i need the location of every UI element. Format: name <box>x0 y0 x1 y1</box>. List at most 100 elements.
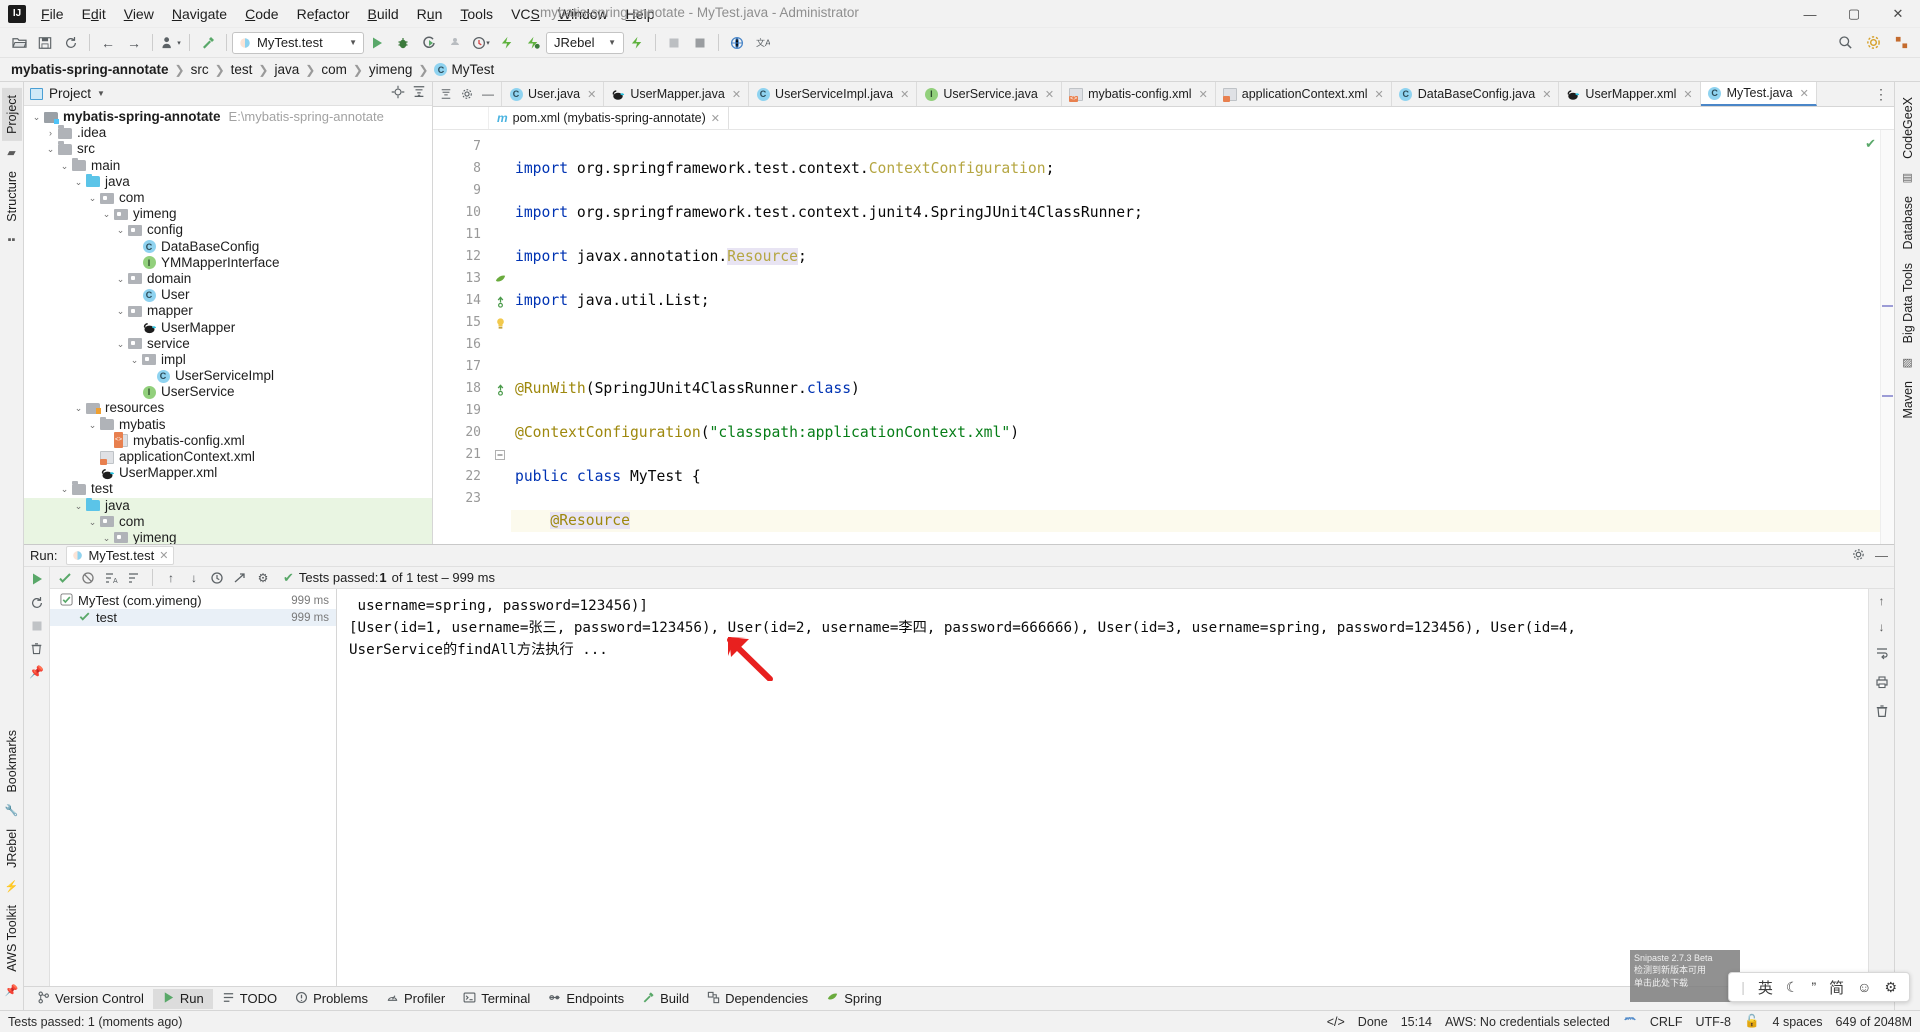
rerun-failed-icon[interactable] <box>30 596 44 613</box>
chevron-down-icon[interactable]: ⌄ <box>128 352 141 368</box>
chevron-down-icon[interactable]: ⌄ <box>58 158 71 174</box>
menu-code[interactable]: Code <box>236 2 287 26</box>
code-editor[interactable]: 7 8 9 10 11 12 13 14 15 16 17 18 19 20 21 22 23 import o… <box>433 130 1894 544</box>
close-icon[interactable]: ✕ <box>587 88 596 101</box>
open-folder-icon[interactable] <box>6 31 32 55</box>
stop-icon[interactable] <box>31 620 43 635</box>
tree-node-userserviceimpl[interactable]: C UserServiceImpl <box>24 368 432 384</box>
hide-icon[interactable]: — <box>478 84 498 104</box>
more-tabs-icon[interactable]: ⋮ <box>1868 82 1894 106</box>
sidebar-tab-codegeex[interactable]: CodeGeeX <box>1898 90 1918 166</box>
pin-icon[interactable]: 📌 <box>29 665 44 679</box>
window-controls[interactable]: — ▢ ✕ <box>1788 0 1920 28</box>
menu-tools[interactable]: Tools <box>451 2 502 26</box>
tree-node-java[interactable]: ⌄ java <box>24 497 432 514</box>
tree-node-mapper[interactable]: ⌄ mapper <box>24 303 432 319</box>
tree-node-applicationcontext-xml[interactable]: applicationContext.xml <box>24 449 432 465</box>
close-icon[interactable]: ✕ <box>1542 88 1551 101</box>
editor-marker-track[interactable] <box>1880 130 1894 544</box>
hammer-icon[interactable] <box>195 31 221 55</box>
bottom-tab-spring[interactable]: Spring <box>817 989 891 1009</box>
close-icon[interactable]: ✕ <box>1683 88 1692 101</box>
code-fold-icon[interactable] <box>489 444 511 466</box>
breadcrumb-item-yimeng[interactable]: yimeng <box>366 61 416 78</box>
project-tree[interactable]: ⌄ mybatis-spring-annotate E:\mybatis-sprin… <box>24 106 432 544</box>
locate-icon[interactable] <box>391 85 405 102</box>
sidebar-tab-bigdata[interactable]: Big Data Tools <box>1898 256 1918 350</box>
lock-icon[interactable]: 🔓 <box>1744 1014 1760 1029</box>
tree-node-test[interactable]: ⌄ test <box>24 481 432 497</box>
jrebel-extra-icon[interactable] <box>624 31 650 55</box>
editor-tab-userservice-java[interactable]: I UserService.java ✕ <box>917 82 1063 106</box>
bottom-tool-strip[interactable]: Version Control Run TODO Problems Profiler Te… <box>24 986 1894 1010</box>
snipaste-notification[interactable]: Snipaste 2.7.3 Beta 检测到新版本可用 单击此处下载 <box>1630 950 1740 1002</box>
tree-node-service[interactable]: ⌄ service <box>24 336 432 352</box>
tree-node-usermapper-xml[interactable]: UserMapper.xml <box>24 465 432 481</box>
chevron-down-icon[interactable]: ⌄ <box>114 222 127 238</box>
sync-icon[interactable] <box>58 31 84 55</box>
translate-icon[interactable]: 文A <box>750 31 776 55</box>
menu-view[interactable]: View <box>115 2 163 26</box>
bottom-tab-version-control[interactable]: Version Control <box>28 989 153 1009</box>
inspection-ok-icon[interactable]: ✔ <box>1865 136 1876 152</box>
tree-node-src[interactable]: ⌄ src <box>24 141 432 157</box>
save-icon[interactable] <box>32 31 58 55</box>
chevron-down-icon[interactable]: ⌄ <box>86 514 99 530</box>
tree-node-mybatis[interactable]: ⌄ mybatis <box>24 416 432 433</box>
test-tree-row[interactable]: test 999 ms <box>50 609 336 626</box>
rerun-tests-icon[interactable] <box>55 568 75 587</box>
minimize-button[interactable]: — <box>1788 0 1832 28</box>
structure-icon[interactable] <box>1888 31 1914 55</box>
maximize-button[interactable]: ▢ <box>1832 0 1876 28</box>
editor-tab-usermapper-java[interactable]: UserMapper.java ✕ <box>604 82 750 106</box>
tree-node-yimeng[interactable]: ⌄ yimeng <box>24 529 432 544</box>
editor-tab-applicationcontext-xml[interactable]: applicationContext.xml ✕ <box>1215 82 1392 106</box>
implemented-method-gutter-icon[interactable] <box>489 290 511 312</box>
close-icon[interactable]: ✕ <box>1375 88 1384 101</box>
tree-node-userservice[interactable]: I UserService <box>24 384 432 400</box>
sidebar-tab-maven[interactable]: Maven <box>1898 374 1918 426</box>
sidebar-tab-database[interactable]: Database <box>1898 189 1918 257</box>
scroll-up-icon[interactable]: ↑ <box>1879 594 1885 608</box>
sidebar-tab-bookmarks[interactable]: Bookmarks <box>2 723 22 800</box>
stop-icon[interactable] <box>661 31 687 55</box>
tree-node-usermapper[interactable]: UserMapper <box>24 319 432 335</box>
settings-icon[interactable]: ⚙ <box>253 568 273 587</box>
subtab-pom-xml[interactable]: m pom.xml (mybatis-spring-annotate) ✕ <box>489 107 730 129</box>
jrebel-run-icon[interactable] <box>494 31 520 55</box>
chevron-down-icon[interactable]: ⌄ <box>100 530 113 544</box>
back-arrow-icon[interactable]: ← <box>95 31 121 55</box>
chevron-down-icon[interactable]: ⌄ <box>86 190 99 206</box>
bottom-tab-endpoints[interactable]: Endpoints <box>539 989 633 1009</box>
bottom-tab-dependencies[interactable]: Dependencies <box>698 989 817 1009</box>
ime-toolbar[interactable]: | 英 ☾ ” 简 ☺ ⚙ <box>1728 972 1910 1002</box>
status-memory[interactable]: 649 of 2048M <box>1836 1015 1912 1029</box>
close-icon[interactable]: ✕ <box>711 112 720 125</box>
hide-icon[interactable]: — <box>1875 548 1888 564</box>
chevron-down-icon[interactable]: ⌄ <box>30 109 43 125</box>
intention-bulb-icon[interactable] <box>489 312 511 334</box>
tree-node-com[interactable]: ⌄ com <box>24 190 432 206</box>
print-icon[interactable] <box>1875 675 1889 692</box>
collapse-all-icon[interactable] <box>412 85 426 102</box>
gear-icon[interactable] <box>1852 548 1865 564</box>
tree-node-main[interactable]: ⌄ main <box>24 157 432 174</box>
chevron-down-icon[interactable]: ⌄ <box>58 481 71 497</box>
sort-alphabetically-icon[interactable]: A <box>101 568 121 587</box>
collapse-all-icon[interactable]: ↓ <box>184 568 204 587</box>
stop-alt-icon[interactable] <box>687 31 713 55</box>
soft-wrap-icon[interactable] <box>1875 646 1889 663</box>
breadcrumb-item-java[interactable]: java <box>271 61 302 78</box>
jrebel-selector[interactable]: JRebel ▼ <box>546 31 624 54</box>
ime-settings-icon[interactable]: ⚙ <box>1884 979 1897 996</box>
implemented-method-gutter-icon[interactable] <box>489 378 511 400</box>
chevron-down-icon[interactable]: ⌄ <box>100 206 113 222</box>
close-icon[interactable]: ✕ <box>1045 88 1054 101</box>
breadcrumb-item-com[interactable]: com <box>318 61 350 78</box>
debug-icon[interactable] <box>390 31 416 55</box>
profiler-icon[interactable] <box>442 31 468 55</box>
tree-node--idea[interactable]: › .idea <box>24 125 432 141</box>
bottom-tab-build[interactable]: Build <box>633 989 698 1009</box>
run-configuration-selector[interactable]: MyTest.test ▼ <box>232 31 364 54</box>
tree-node-databaseconfig[interactable]: C DataBaseConfig <box>24 239 432 255</box>
